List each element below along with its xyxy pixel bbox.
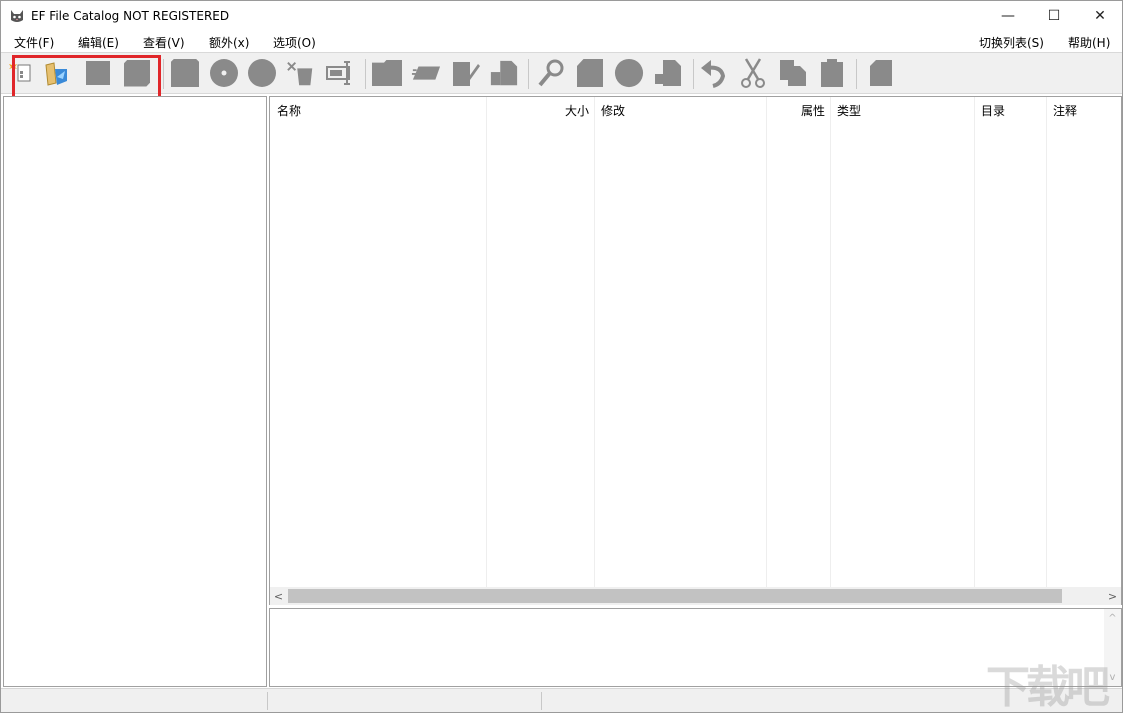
app-window: EF File Catalog NOT REGISTERED — ☐ ✕ 文件(… bbox=[0, 0, 1123, 713]
delete-button[interactable] bbox=[286, 58, 316, 88]
scroll-up-icon[interactable]: ^ bbox=[1104, 610, 1121, 626]
folder-button[interactable] bbox=[372, 58, 402, 88]
folder-open-icon bbox=[411, 66, 441, 80]
document-button[interactable] bbox=[575, 58, 605, 88]
folder-open-button[interactable] bbox=[411, 58, 441, 88]
catalog-tree[interactable] bbox=[3, 96, 267, 687]
export-button[interactable] bbox=[653, 58, 683, 88]
column-header-comment[interactable]: 注释 bbox=[1053, 102, 1077, 119]
search-button[interactable] bbox=[536, 58, 566, 88]
column-header-modified[interactable]: 修改 bbox=[601, 102, 625, 119]
window-title: EF File Catalog NOT REGISTERED bbox=[31, 9, 230, 23]
undo-button[interactable] bbox=[699, 58, 729, 88]
minimize-button[interactable]: — bbox=[985, 1, 1031, 31]
scroll-right-icon[interactable]: > bbox=[1104, 588, 1121, 604]
rename-button[interactable] bbox=[325, 58, 355, 88]
delete-icon bbox=[287, 62, 313, 86]
menu-help[interactable]: 帮助(H) bbox=[1068, 34, 1110, 51]
edit-button[interactable] bbox=[450, 58, 480, 88]
menu-view[interactable]: 查看(V) bbox=[143, 34, 185, 51]
folder-icon bbox=[372, 60, 402, 86]
column-header-size[interactable]: 大小 bbox=[565, 102, 589, 119]
cut-button[interactable] bbox=[738, 58, 768, 88]
circle-icon bbox=[614, 58, 644, 88]
toolbar bbox=[1, 52, 1122, 94]
circle-button[interactable] bbox=[614, 58, 644, 88]
properties-icon bbox=[490, 60, 518, 86]
info-button[interactable] bbox=[866, 58, 896, 88]
close-button[interactable]: ✕ bbox=[1077, 1, 1123, 31]
export-icon bbox=[655, 60, 681, 86]
paste-icon bbox=[821, 59, 843, 87]
menu-bar: 文件(F) 编辑(E) 查看(V) 额外(x) 选项(O) 切换列表(S) 帮助… bbox=[1, 31, 1122, 51]
status-bar bbox=[1, 688, 1122, 712]
properties-button[interactable] bbox=[489, 58, 519, 88]
scroll-thumb[interactable] bbox=[288, 589, 1062, 603]
copy-button[interactable] bbox=[778, 58, 808, 88]
close-icon: ✕ bbox=[1094, 8, 1106, 24]
file-list[interactable]: 名称 大小 修改 属性 类型 目录 注释 bbox=[269, 96, 1122, 605]
cd-icon bbox=[210, 59, 238, 87]
copy-icon bbox=[780, 60, 806, 86]
menu-toggle-list[interactable]: 切换列表(S) bbox=[979, 34, 1044, 51]
maximize-button[interactable]: ☐ bbox=[1031, 1, 1077, 31]
menu-file[interactable]: 文件(F) bbox=[14, 34, 54, 51]
disk-icon bbox=[248, 59, 276, 87]
column-header-attributes[interactable]: 属性 bbox=[801, 102, 825, 119]
scroll-left-icon[interactable]: < bbox=[270, 588, 287, 604]
title-bar: EF File Catalog NOT REGISTERED — ☐ ✕ bbox=[1, 1, 1122, 31]
watermark: 下载吧 bbox=[986, 662, 1110, 713]
disk-button[interactable] bbox=[247, 58, 277, 88]
info-icon bbox=[870, 60, 892, 86]
undo-icon bbox=[701, 60, 726, 88]
add-disk-button[interactable] bbox=[170, 58, 200, 88]
menu-extra[interactable]: 额外(x) bbox=[209, 34, 249, 51]
maximize-icon: ☐ bbox=[1047, 8, 1061, 24]
cut-icon bbox=[741, 58, 765, 88]
rename-icon bbox=[326, 61, 350, 85]
document-icon bbox=[577, 59, 603, 87]
paste-button[interactable] bbox=[817, 58, 847, 88]
search-icon bbox=[538, 59, 564, 87]
cat-logo-icon bbox=[11, 10, 23, 22]
menu-edit[interactable]: 编辑(E) bbox=[78, 34, 119, 51]
column-header-directory[interactable]: 目录 bbox=[981, 102, 1005, 119]
add-disk-icon bbox=[171, 59, 199, 87]
minimize-icon: — bbox=[1001, 8, 1015, 24]
menu-options[interactable]: 选项(O) bbox=[273, 34, 316, 51]
edit-icon bbox=[453, 62, 480, 86]
column-header-type[interactable]: 类型 bbox=[837, 102, 861, 119]
cd-button[interactable] bbox=[209, 58, 239, 88]
horizontal-scrollbar[interactable]: < > bbox=[270, 587, 1121, 605]
column-header-name[interactable]: 名称 bbox=[277, 102, 301, 119]
